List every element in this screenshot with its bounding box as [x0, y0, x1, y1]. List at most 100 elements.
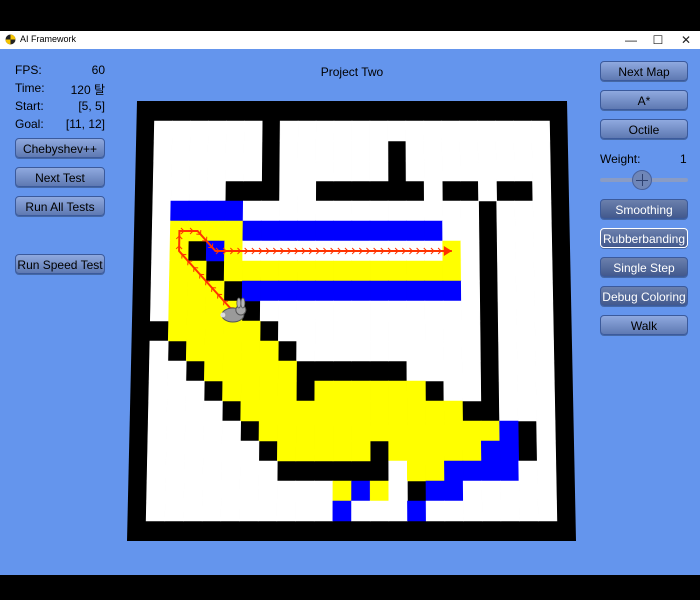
- open-cell: [278, 320, 298, 342]
- closed-list-cell: [222, 320, 243, 342]
- open-cell: [221, 420, 241, 442]
- closed-list-cell: [277, 360, 297, 382]
- open-cell: [151, 240, 171, 262]
- open-cell: [206, 180, 226, 202]
- open-cell: [442, 300, 462, 322]
- open-list-cell: [387, 280, 407, 302]
- open-cell: [532, 180, 552, 202]
- open-cell: [153, 140, 173, 162]
- closed-list-cell: [351, 380, 371, 402]
- open-cell: [537, 480, 557, 502]
- open-list-cell: [260, 280, 280, 302]
- open-cell: [424, 340, 444, 362]
- open-cell: [481, 480, 501, 502]
- closed-list-cell: [480, 420, 501, 442]
- open-cell: [460, 260, 480, 282]
- open-cell: [532, 220, 553, 242]
- open-cell: [315, 120, 335, 142]
- open-cell: [351, 200, 371, 222]
- closed-list-cell: [277, 380, 297, 402]
- open-cell: [515, 260, 535, 282]
- closed-list-cell: [351, 440, 371, 462]
- closed-list-cell: [168, 280, 188, 302]
- open-cell: [535, 380, 555, 402]
- open-list-cell: [499, 460, 520, 482]
- closed-list-cell: [204, 300, 225, 322]
- open-cell: [388, 460, 408, 482]
- open-cell: [148, 380, 168, 402]
- closed-list-cell: [332, 480, 352, 502]
- open-list-cell: [297, 220, 316, 242]
- closed-list-cell: [240, 380, 260, 402]
- closed-list-cell: [241, 340, 261, 362]
- open-cell: [481, 500, 502, 522]
- open-cell: [497, 280, 517, 302]
- open-list-cell: [424, 220, 443, 242]
- closed-list-cell: [442, 260, 462, 282]
- open-cell: [531, 140, 551, 162]
- open-cell: [207, 120, 227, 142]
- open-cell: [462, 480, 483, 502]
- open-cell: [369, 120, 389, 142]
- open-cell: [202, 480, 222, 502]
- closed-list-cell: [169, 260, 189, 282]
- open-list-cell: [407, 500, 427, 522]
- map-view[interactable]: [0, 31, 700, 575]
- open-cell: [423, 120, 443, 142]
- open-cell: [405, 200, 425, 222]
- closed-list-cell: [222, 360, 242, 382]
- open-cell: [295, 500, 315, 522]
- open-cell: [500, 480, 520, 502]
- open-cell: [423, 140, 443, 162]
- open-cell: [146, 480, 166, 502]
- open-cell: [164, 500, 185, 522]
- open-list-cell: [170, 200, 190, 222]
- open-list-cell: [406, 280, 426, 302]
- open-cell: [207, 160, 227, 182]
- open-list-cell: [260, 220, 280, 242]
- open-cell: [406, 300, 426, 322]
- open-cell: [189, 120, 209, 142]
- open-list-cell: [278, 220, 298, 242]
- open-cell: [533, 240, 553, 262]
- open-cell: [351, 300, 371, 322]
- open-cell: [369, 300, 389, 322]
- open-cell: [534, 300, 554, 322]
- open-cell: [185, 380, 205, 402]
- open-cell: [478, 180, 497, 202]
- open-cell: [314, 300, 334, 322]
- open-cell: [207, 140, 227, 162]
- open-list-cell: [387, 220, 407, 242]
- open-cell: [536, 440, 557, 462]
- closed-list-cell: [168, 300, 188, 322]
- closed-list-cell: [259, 360, 279, 382]
- open-cell: [296, 300, 316, 322]
- open-cell: [295, 480, 315, 502]
- open-cell: [443, 380, 463, 402]
- open-cell: [461, 360, 481, 382]
- closed-list-cell: [204, 360, 224, 382]
- open-cell: [441, 120, 461, 142]
- open-cell: [220, 500, 241, 522]
- open-list-cell: [224, 200, 244, 222]
- open-cell: [424, 360, 445, 382]
- open-cell: [517, 400, 537, 422]
- open-list-cell: [314, 280, 334, 302]
- open-cell: [152, 200, 172, 222]
- open-cell: [150, 280, 170, 302]
- closed-list-cell: [443, 420, 464, 442]
- closed-list-cell: [406, 420, 427, 442]
- closed-list-cell: [206, 220, 226, 242]
- open-cell: [535, 400, 556, 422]
- closed-list-cell: [424, 260, 444, 282]
- open-cell: [351, 500, 371, 522]
- closed-list-cell: [185, 340, 206, 362]
- open-cell: [278, 300, 298, 322]
- closed-list-cell: [406, 260, 426, 282]
- app-window: AI Framework — ☐ ✕ FPS: 60 Time: 120 탈 S…: [0, 31, 700, 575]
- open-cell: [315, 160, 335, 182]
- closed-list-cell: [369, 260, 389, 282]
- closed-list-cell: [186, 300, 206, 322]
- open-cell: [225, 140, 245, 162]
- closed-list-cell: [406, 380, 426, 402]
